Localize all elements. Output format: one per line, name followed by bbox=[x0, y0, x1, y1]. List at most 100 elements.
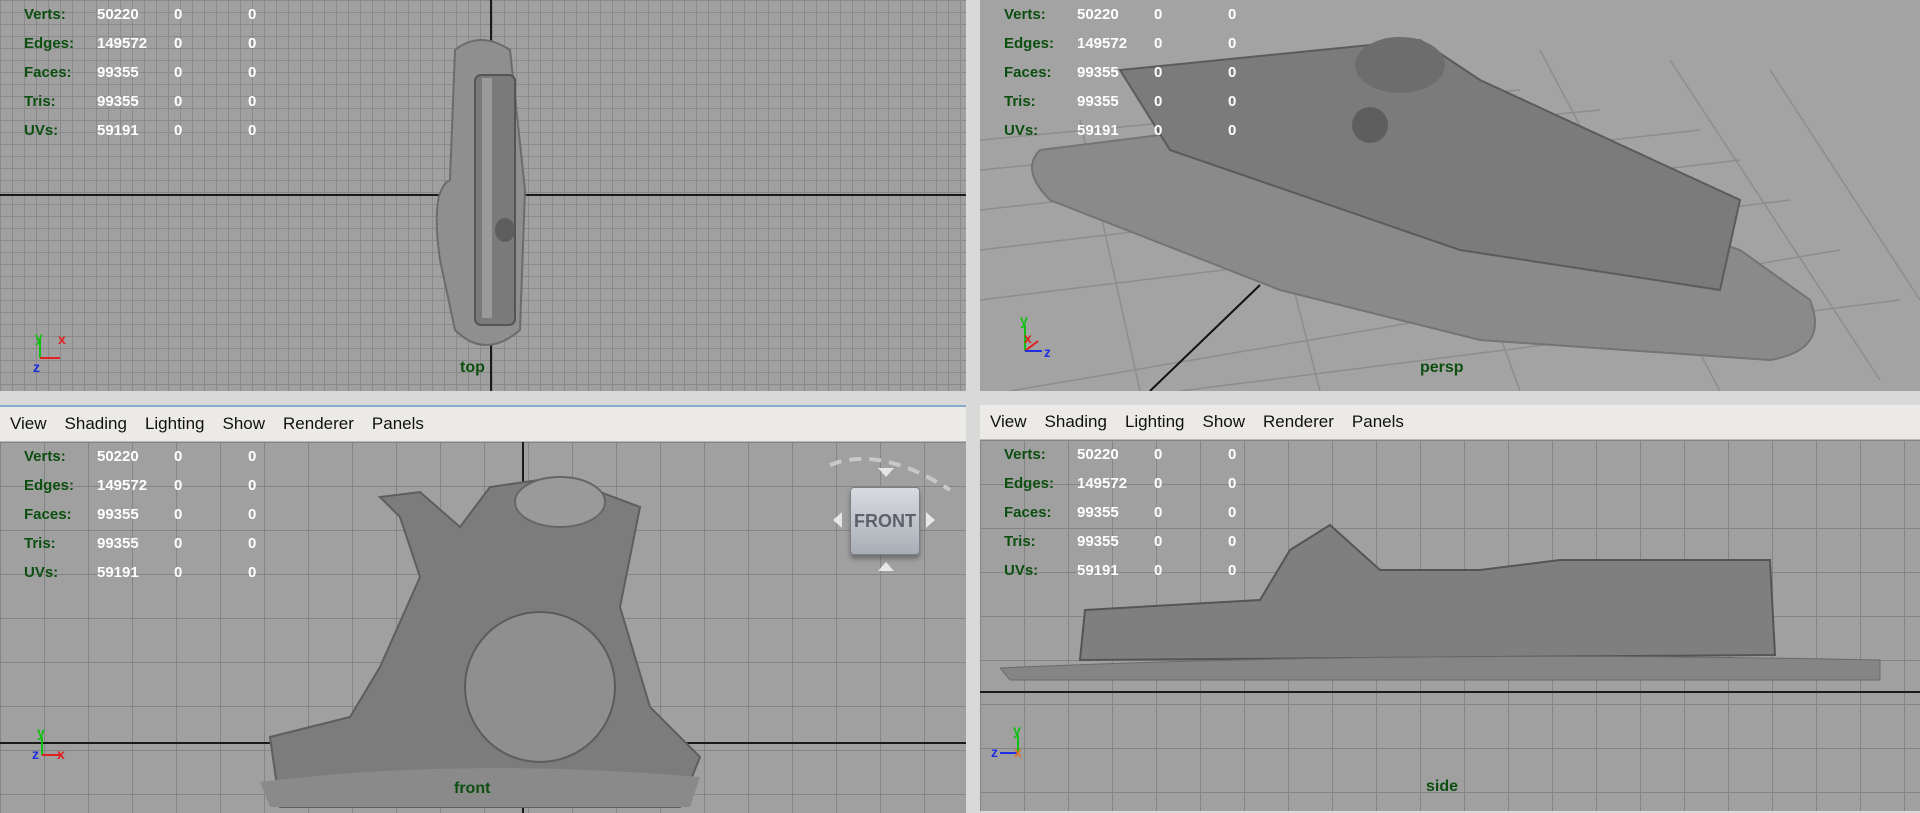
viewport-persp[interactable]: Verts: 50220 0 0 Edges: 149572 0 0 Faces: 99355 0 0… bbox=[980, 0, 1920, 391]
view-cube-label: FRONT bbox=[854, 510, 916, 531]
axis-gizmo: y z x bbox=[32, 725, 65, 762]
stat-value-other: 0 bbox=[1228, 122, 1237, 139]
menu-view[interactable]: View bbox=[0, 414, 56, 434]
stat-value-selected: 0 bbox=[174, 448, 183, 465]
viewport-menubar: View Shading Lighting Show Renderer Pane… bbox=[980, 405, 1920, 440]
stat-value-selected: 0 bbox=[174, 6, 183, 23]
axis-label-x: x bbox=[57, 746, 65, 762]
stat-value-total: 59191 bbox=[97, 564, 139, 581]
axis-label-x: x bbox=[1024, 330, 1032, 346]
axis-gizmo: y x z bbox=[33, 330, 66, 374]
stat-label: Tris: bbox=[1004, 533, 1036, 550]
stat-row: Edges: 149572 0 0 bbox=[0, 471, 322, 500]
stat-value-other: 0 bbox=[1228, 533, 1237, 550]
stat-value-total: 99355 bbox=[97, 535, 139, 552]
stat-value-total: 99355 bbox=[97, 64, 139, 81]
stat-row: Verts: 50220 0 0 bbox=[0, 442, 322, 471]
menu-shading[interactable]: Shading bbox=[1036, 412, 1116, 432]
menu-panels[interactable]: Panels bbox=[1343, 412, 1413, 432]
stat-value-total: 149572 bbox=[1077, 475, 1128, 492]
menu-show[interactable]: Show bbox=[1194, 412, 1255, 432]
stat-row: UVs: 59191 0 0 bbox=[0, 116, 322, 145]
stat-value-other: 0 bbox=[1228, 504, 1237, 521]
stat-row: Edges: 149572 0 0 bbox=[980, 29, 1302, 58]
view-cube-arrow-left-icon[interactable] bbox=[833, 512, 842, 528]
stat-value-selected: 0 bbox=[174, 93, 183, 110]
stat-value-selected: 0 bbox=[1154, 64, 1163, 81]
stat-label: Tris: bbox=[24, 535, 56, 552]
stat-row: Tris: 99355 0 0 bbox=[980, 87, 1302, 116]
menu-shading[interactable]: Shading bbox=[56, 414, 136, 434]
stat-value-selected: 0 bbox=[1154, 6, 1163, 23]
stat-label: Verts: bbox=[1004, 446, 1046, 463]
stat-value-total: 50220 bbox=[97, 6, 139, 23]
stat-value-other: 0 bbox=[1228, 6, 1237, 23]
viewport-top[interactable]: Verts: 50220 0 0 Edges: 149572 0 0 Faces: 99355 0 0… bbox=[0, 0, 966, 391]
menu-lighting[interactable]: Lighting bbox=[1116, 412, 1194, 432]
menu-lighting[interactable]: Lighting bbox=[136, 414, 214, 434]
viewport-side[interactable]: View Shading Lighting Show Renderer Pane… bbox=[980, 405, 1920, 811]
stat-label: Edges: bbox=[1004, 35, 1055, 52]
view-cube-rotate-icon[interactable] bbox=[820, 450, 960, 500]
stat-value-total: 99355 bbox=[97, 93, 139, 110]
menu-panels[interactable]: Panels bbox=[363, 414, 433, 434]
viewport-name: side bbox=[1426, 778, 1459, 795]
stat-value-other: 0 bbox=[248, 64, 257, 81]
stat-row: Verts: 50220 0 0 bbox=[980, 440, 1302, 469]
stat-row: Edges: 149572 0 0 bbox=[980, 469, 1302, 498]
stat-value-other: 0 bbox=[1228, 93, 1237, 110]
axis-gizmo: y x z bbox=[1020, 313, 1050, 357]
stat-value-total: 149572 bbox=[97, 477, 148, 494]
stat-value-total: 59191 bbox=[97, 122, 139, 139]
view-cube-arrow-right-icon[interactable] bbox=[926, 512, 935, 528]
stat-row: Faces: 99355 0 0 bbox=[0, 58, 322, 87]
stat-value-other: 0 bbox=[248, 35, 257, 52]
stat-row: Faces: 99355 0 0 bbox=[0, 500, 322, 529]
poly-count-hud: Verts: 50220 0 0 Edges: 149572 0 0 Faces: 99355 0 0… bbox=[980, 440, 1302, 585]
stat-value-total: 59191 bbox=[1077, 122, 1119, 139]
axis-label-z: z bbox=[32, 746, 39, 762]
stat-label: Verts: bbox=[24, 6, 66, 23]
stat-value-other: 0 bbox=[248, 477, 257, 494]
axis-label-z: z bbox=[991, 744, 998, 760]
stat-row: Edges: 149572 0 0 bbox=[0, 29, 322, 58]
viewport-canvas[interactable]: Verts: 50220 0 0 Edges: 149572 0 0 Faces: 99355 0 0… bbox=[980, 440, 1920, 811]
stat-row: Faces: 99355 0 0 bbox=[980, 498, 1302, 527]
stat-value-selected: 0 bbox=[1154, 122, 1163, 139]
stat-value-total: 99355 bbox=[1077, 533, 1119, 550]
poly-count-hud: Verts: 50220 0 0 Edges: 149572 0 0 Faces: 99355 0 0… bbox=[0, 442, 322, 587]
viewport-name: top bbox=[460, 359, 485, 376]
axis-label-x: x bbox=[1014, 744, 1022, 760]
stat-value-other: 0 bbox=[248, 122, 257, 139]
stat-label: Faces: bbox=[24, 64, 72, 81]
axis-label-y: y bbox=[1020, 313, 1028, 328]
stat-value-total: 99355 bbox=[1077, 93, 1119, 110]
stat-value-other: 0 bbox=[248, 506, 257, 523]
stat-label: Verts: bbox=[24, 448, 66, 465]
stat-label: Tris: bbox=[1004, 93, 1036, 110]
viewport-front[interactable]: View Shading Lighting Show Renderer Pane… bbox=[0, 405, 966, 813]
menu-view[interactable]: View bbox=[980, 412, 1036, 432]
menu-show[interactable]: Show bbox=[214, 414, 275, 434]
stat-value-other: 0 bbox=[248, 93, 257, 110]
stat-value-total: 59191 bbox=[1077, 562, 1119, 579]
viewport-name: persp bbox=[1420, 359, 1464, 376]
menu-renderer[interactable]: Renderer bbox=[274, 414, 363, 434]
stat-row: Faces: 99355 0 0 bbox=[980, 58, 1302, 87]
stat-value-total: 50220 bbox=[97, 448, 139, 465]
viewport-canvas[interactable]: Verts: 50220 0 0 Edges: 149572 0 0 Faces: 99355 0 0… bbox=[0, 442, 966, 813]
stat-value-other: 0 bbox=[1228, 475, 1237, 492]
menu-renderer[interactable]: Renderer bbox=[1254, 412, 1343, 432]
stat-value-total: 50220 bbox=[1077, 446, 1119, 463]
stat-value-selected: 0 bbox=[174, 35, 183, 52]
stat-label: Verts: bbox=[1004, 6, 1046, 23]
stat-row: Tris: 99355 0 0 bbox=[980, 527, 1302, 556]
stat-value-total: 149572 bbox=[1077, 35, 1128, 52]
stat-label: UVs: bbox=[1004, 122, 1039, 139]
stat-value-total: 99355 bbox=[97, 506, 139, 523]
stat-label: UVs: bbox=[1004, 562, 1039, 579]
view-cube-arrow-down-icon[interactable] bbox=[878, 562, 894, 571]
poly-count-hud: Verts: 50220 0 0 Edges: 149572 0 0 Faces: 99355 0 0… bbox=[0, 0, 322, 145]
stat-label: Edges: bbox=[1004, 475, 1055, 492]
stat-row: Verts: 50220 0 0 bbox=[0, 0, 322, 29]
